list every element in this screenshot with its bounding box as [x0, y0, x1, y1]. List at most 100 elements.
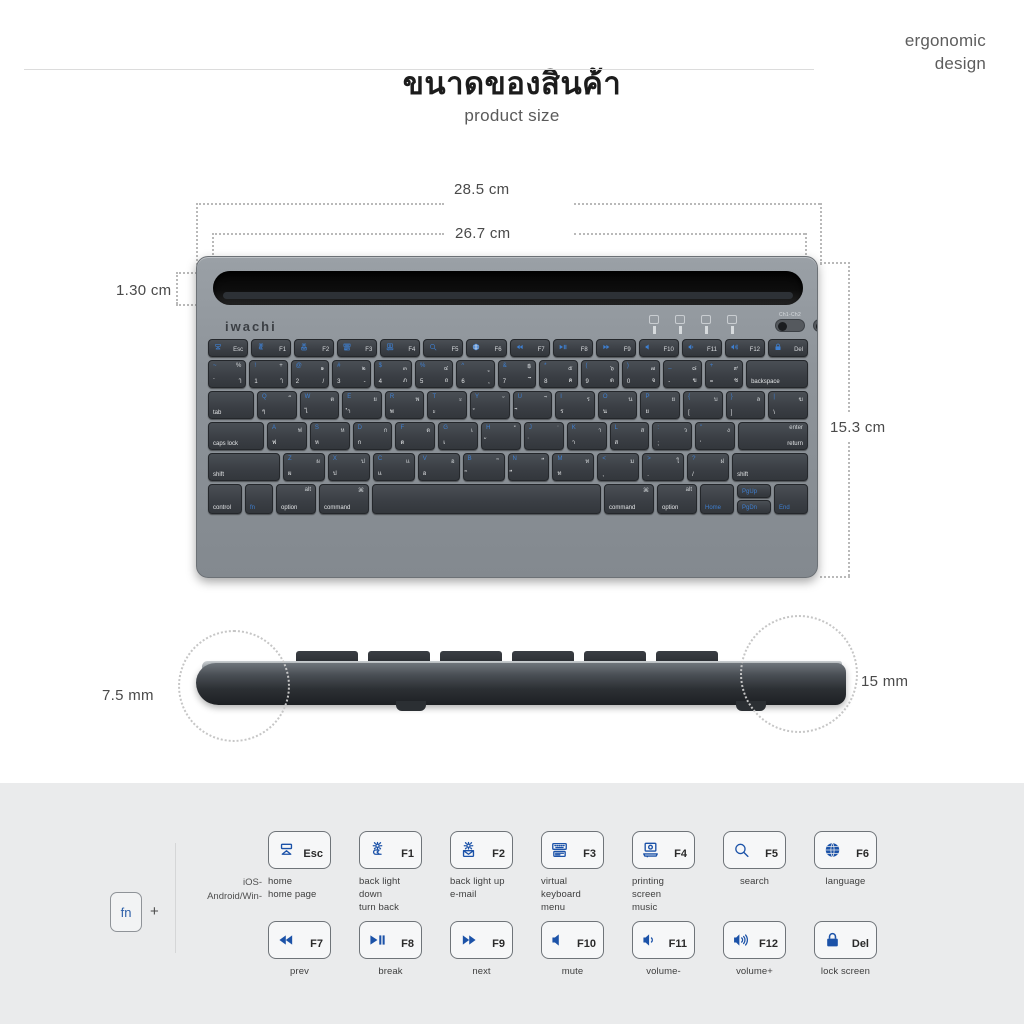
key-f8[interactable]: F8	[552, 339, 593, 357]
key-s[interactable]: Sหห	[309, 422, 350, 450]
key-7[interactable]: &฿7ึ	[497, 360, 537, 388]
legend-key-f11[interactable]: F11	[632, 921, 695, 959]
key-y[interactable]: Yัั	[470, 391, 510, 419]
key-w[interactable]: W ตไ	[299, 391, 340, 419]
key-n[interactable]: Nืื	[507, 453, 550, 481]
legend-key-f8[interactable]: F8	[359, 921, 422, 959]
key-e[interactable]: E ยำ	[342, 391, 382, 419]
key-control[interactable]: control	[208, 484, 242, 514]
key-h[interactable]: H้้	[481, 422, 521, 450]
key-f10[interactable]: F10	[638, 339, 679, 357]
key-f4[interactable]: F4	[380, 339, 421, 357]
key--[interactable]: +๙ = ช	[704, 360, 744, 388]
key-f9[interactable]: F9	[595, 339, 636, 357]
legend-key-f6[interactable]: F6	[814, 831, 877, 869]
key-command[interactable]: ⌘ command	[319, 484, 369, 514]
key-arrow-down[interactable]: PgDn	[737, 500, 771, 514]
key-f5[interactable]: F5	[423, 339, 464, 357]
key-d[interactable]: Dกก	[352, 422, 393, 450]
key-shift[interactable]: shift	[208, 453, 280, 481]
key--[interactable]: : ว;	[652, 422, 693, 450]
key-f[interactable]: Fดด	[395, 422, 436, 450]
key-shift[interactable]: shift	[732, 453, 809, 481]
key-f6[interactable]: F6	[466, 339, 507, 357]
key--[interactable]: ? ฝ /	[687, 453, 730, 481]
key-arrow-right[interactable]: End	[774, 484, 808, 514]
key-4[interactable]: $๓ 4 ภ	[373, 360, 412, 388]
key-o[interactable]: Oนน	[597, 391, 638, 419]
legend-key-f5[interactable]: F5	[723, 831, 786, 869]
key--[interactable]: {บ [	[683, 391, 723, 419]
key-caps-lock[interactable]: caps lock	[208, 422, 264, 450]
legend-key-f10[interactable]: F10	[541, 921, 604, 959]
key-command[interactable]: ⌘ command	[604, 484, 654, 514]
key-p[interactable]: Pยย	[640, 391, 681, 419]
key--[interactable]: ~% ` ๅ	[208, 360, 247, 388]
key-6[interactable]: ^ู6ุ	[456, 360, 495, 388]
key-z[interactable]: Zผผ	[283, 453, 325, 481]
key-f2[interactable]: F2	[294, 339, 335, 357]
legend-key-f9[interactable]: F9	[450, 921, 513, 959]
key-r[interactable]: Rพพ	[384, 391, 425, 419]
key-k[interactable]: Kาา	[566, 422, 607, 450]
legend-key-f1[interactable]: F1	[359, 831, 422, 869]
key-x[interactable]: Xปป	[327, 453, 370, 481]
key-enter[interactable]: enter return	[737, 422, 808, 450]
key-legend-bl: พ	[389, 409, 394, 415]
key-t[interactable]: Tะะ	[427, 391, 468, 419]
key-option[interactable]: alt option	[276, 484, 316, 514]
key--[interactable]: > ใ.	[642, 453, 685, 481]
channel-switch-track[interactable]	[775, 319, 805, 332]
key-a[interactable]: Aฟฟ	[267, 422, 307, 450]
legend-key-f12[interactable]: F12	[723, 921, 786, 959]
key-u[interactable]: Uีี	[512, 391, 553, 419]
legend-key-label: F8	[401, 938, 414, 950]
power-switch[interactable]: ON/OFF	[813, 312, 817, 332]
legend-key-f4[interactable]: F4	[632, 831, 695, 869]
key-0[interactable]: ) ๗ 0 จ	[621, 360, 661, 388]
key-c[interactable]: Cแแ	[372, 453, 415, 481]
key-g[interactable]: Gเเ	[438, 422, 479, 450]
key-f3[interactable]: F3	[337, 339, 378, 357]
legend-key-esc[interactable]: Esc	[268, 831, 331, 869]
key-option[interactable]: alt option	[657, 484, 697, 514]
key-3[interactable]: #๒ 3 -	[332, 360, 371, 388]
key-esc[interactable]: Esc	[208, 339, 249, 357]
key-arrow-up[interactable]: PgUp	[737, 484, 771, 498]
key--[interactable]: _ ๘ - ข	[663, 360, 702, 388]
legend-key-del[interactable]: Del	[814, 921, 877, 959]
legend-key-f2[interactable]: F2	[450, 831, 513, 869]
key-space[interactable]	[372, 484, 601, 514]
key-2[interactable]: @๑ 2 /	[290, 360, 330, 388]
key-v[interactable]: Vออ	[417, 453, 460, 481]
key-8[interactable]: * ๕ 8 ค	[539, 360, 578, 388]
legend-key-f7[interactable]: F7	[268, 921, 331, 959]
key-i[interactable]: Iรร	[555, 391, 595, 419]
key-f1[interactable]: F1	[251, 339, 292, 357]
key-j[interactable]: J่่	[523, 422, 564, 450]
key-arrow-left[interactable]: Home	[700, 484, 734, 514]
key-f12[interactable]: F12	[724, 339, 766, 357]
key--[interactable]: < ม,	[597, 453, 640, 481]
key-f11[interactable]: F11	[681, 339, 722, 357]
key-q[interactable]: Q็ๆ	[257, 391, 297, 419]
key-b[interactable]: Bิิ	[462, 453, 505, 481]
key-l[interactable]: Lสส	[609, 422, 650, 450]
key-f7[interactable]: F7	[509, 339, 550, 357]
key-backspace[interactable]: backspace	[746, 360, 809, 388]
key-5[interactable]: % ๔ 5 ถ	[414, 360, 454, 388]
key-9[interactable]: (๖ 9 ต	[580, 360, 619, 388]
legend-key-f3[interactable]: F3	[541, 831, 604, 869]
key-fn[interactable]: fn	[245, 484, 273, 514]
key-del[interactable]: Del	[768, 339, 809, 357]
key-tab[interactable]: tab	[208, 391, 254, 419]
key-1[interactable]: ! +1 ๅ	[249, 360, 288, 388]
key--[interactable]: | ฆ \	[768, 391, 808, 419]
key-legend-tr: ๕	[567, 366, 573, 372]
key--[interactable]: " ง '	[695, 422, 735, 450]
key--[interactable]: } ล]	[725, 391, 766, 419]
power-switch-track[interactable]	[813, 319, 817, 332]
key-legend-bl: ผ	[288, 471, 292, 477]
key-m[interactable]: Mทท	[552, 453, 595, 481]
channel-switch[interactable]: Ch1-Ch2	[775, 312, 805, 332]
